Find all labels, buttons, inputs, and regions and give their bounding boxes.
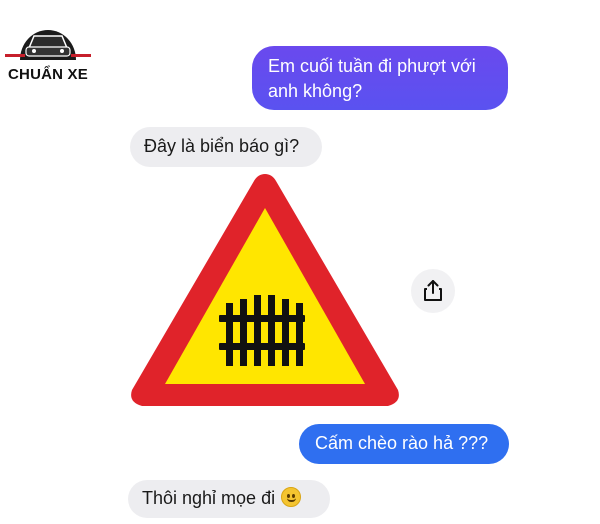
share-button[interactable] [411, 269, 455, 313]
incoming-message-bubble[interactable]: Đây là biển báo gì? [130, 127, 322, 167]
helmet-car-icon [5, 30, 91, 60]
railway-fence-warning-sign-icon [131, 174, 399, 406]
chuan-xe-logo: CHUẨN XE [4, 14, 92, 94]
outgoing-message-bubble[interactable]: Cấm chèo rào hả ??? [299, 424, 509, 464]
smiling-face-emoji-icon [281, 487, 302, 507]
message-text: Thôi nghỉ mọe đi [142, 488, 276, 508]
message-text: Em cuối tuần đi phượt với anh không? [268, 56, 476, 101]
logo-brand-text: CHUẨN XE [8, 66, 88, 83]
message-text: Đây là biển báo gì? [144, 136, 300, 156]
incoming-message-bubble[interactable]: Thôi nghỉ mọe đi [128, 480, 330, 518]
message-text: Cấm chèo rào hả ??? [315, 433, 489, 453]
cropped-header-strip [110, 0, 550, 8]
outgoing-message-bubble[interactable]: Em cuối tuần đi phượt với anh không? [252, 46, 508, 110]
share-icon [424, 280, 442, 301]
railway-warning-sign-image[interactable] [126, 168, 404, 412]
